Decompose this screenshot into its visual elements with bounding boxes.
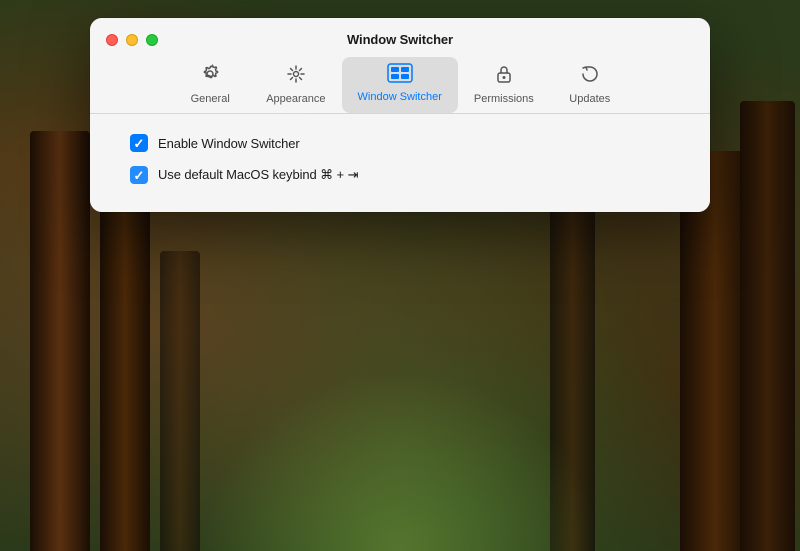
checkbox-use-default-keybind[interactable]: ✓ <box>130 166 148 184</box>
option-row-keybind: ✓ Use default MacOS keybind ⌘ + ⇥ <box>130 166 670 184</box>
minimize-button[interactable] <box>126 34 138 46</box>
toolbar: General Appearance <box>106 57 694 113</box>
tree <box>740 101 795 551</box>
enable-window-switcher-label: Enable Window Switcher <box>158 136 300 151</box>
checkbox-enable-window-switcher[interactable]: ✓ <box>130 134 148 152</box>
tab-updates[interactable]: Updates <box>550 57 630 113</box>
window-title: Window Switcher <box>347 32 453 47</box>
tree <box>160 251 200 551</box>
refresh-icon <box>579 63 601 89</box>
content-area: ✓ Enable Window Switcher ✓ Use default M… <box>90 114 710 212</box>
tab-appearance[interactable]: Appearance <box>250 57 341 113</box>
tab-updates-label: Updates <box>569 93 610 105</box>
checkmark-icon-2: ✓ <box>134 169 145 182</box>
ground-light <box>200 371 600 551</box>
maximize-button[interactable] <box>146 34 158 46</box>
sparkle-icon <box>285 63 307 89</box>
title-bar: Window Switcher General <box>90 18 710 113</box>
checkmark-icon: ✓ <box>134 137 145 150</box>
tab-general[interactable]: General <box>170 57 250 113</box>
window-switcher-icon <box>387 63 413 87</box>
tab-window-switcher[interactable]: Window Switcher <box>342 57 458 113</box>
tab-general-label: General <box>191 93 230 105</box>
lock-icon <box>493 63 515 89</box>
tab-permissions[interactable]: Permissions <box>458 57 550 113</box>
tab-permissions-label: Permissions <box>474 93 534 105</box>
option-row-enable: ✓ Enable Window Switcher <box>130 134 670 152</box>
tab-appearance-label: Appearance <box>266 93 325 105</box>
gear-icon <box>199 63 221 89</box>
tab-window-switcher-label: Window Switcher <box>358 91 442 103</box>
window-controls <box>106 34 158 46</box>
use-default-keybind-label: Use default MacOS keybind ⌘ + ⇥ <box>158 167 358 183</box>
tree <box>100 171 150 551</box>
app-window: Window Switcher General <box>90 18 710 212</box>
tree <box>30 131 90 551</box>
close-button[interactable] <box>106 34 118 46</box>
